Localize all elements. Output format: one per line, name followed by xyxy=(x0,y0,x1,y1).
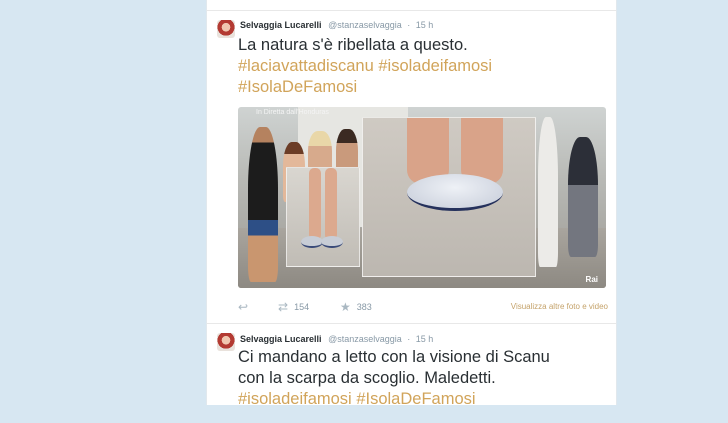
hashtag-link[interactable]: #isoladeifamosi xyxy=(378,57,492,75)
hashtag-link[interactable]: #isoladeifamosi xyxy=(238,390,352,408)
hashtag-link[interactable]: #IsolaDeFamosi xyxy=(238,78,357,96)
tweet-media-photo[interactable]: In Diretta dall'Honduras Rai xyxy=(238,107,606,288)
tweet-time[interactable]: 15 h xyxy=(416,334,434,344)
tweet-text: Ci mandano a letto con la visione di Sca… xyxy=(238,347,598,410)
broadcast-watermark: In Diretta dall'Honduras xyxy=(256,109,329,116)
favorite-button[interactable]: ★ 383 xyxy=(340,301,372,313)
leg-shape xyxy=(325,168,337,240)
person-figure xyxy=(248,127,278,282)
tweet-text: La natura s'è ribellata a questo. #lacia… xyxy=(238,35,598,98)
leg-shape xyxy=(309,168,321,240)
author-name[interactable]: Selvaggia Lucarelli xyxy=(240,334,322,344)
hashtag-link[interactable]: #IsolaDeFamosi xyxy=(356,390,475,408)
hashtag-link[interactable]: #laciavattadiscanu xyxy=(238,57,374,75)
reply-icon: ↩ xyxy=(238,300,249,314)
inset-legs-closeup xyxy=(286,167,360,267)
retweet-icon: ⇄ xyxy=(278,300,289,314)
water-shoe-shape xyxy=(321,236,343,248)
person-figure xyxy=(568,137,598,257)
tweet-actions: ↩ ⇄ 154 ★ 383 Visualizza altre foto e vi… xyxy=(238,301,608,317)
separator-dot: · xyxy=(407,20,411,30)
tweet[interactable]: Selvaggia Lucarelli @stanzaselvaggia · 1… xyxy=(207,323,616,423)
inset-shoe-zoom xyxy=(362,117,536,277)
tweet-text-line: con la scarpa da scoglio. Maledetti. xyxy=(238,369,496,387)
timeline: Selvaggia Lucarelli @stanzaselvaggia · 1… xyxy=(206,0,617,408)
tweet-time[interactable]: 15 h xyxy=(416,20,434,30)
water-shoe-shape xyxy=(407,174,503,211)
water-shoe-shape xyxy=(301,236,323,248)
view-more-media-link[interactable]: Visualizza altre foto e video xyxy=(511,302,608,311)
retweet-count: 154 xyxy=(294,302,310,312)
tweet[interactable]: Selvaggia Lucarelli @stanzaselvaggia · 1… xyxy=(207,10,616,324)
person-figure xyxy=(538,117,558,267)
retweet-button[interactable]: ⇄ 154 xyxy=(278,301,309,313)
tweet-header: Selvaggia Lucarelli @stanzaselvaggia · 1… xyxy=(240,334,433,344)
favorite-count: 383 xyxy=(356,302,372,312)
author-handle[interactable]: @stanzaselvaggia xyxy=(328,334,402,344)
star-icon: ★ xyxy=(340,300,351,314)
avatar[interactable] xyxy=(217,333,235,351)
tweet-header: Selvaggia Lucarelli @stanzaselvaggia · 1… xyxy=(240,20,433,30)
author-handle[interactable]: @stanzaselvaggia xyxy=(328,20,402,30)
author-name[interactable]: Selvaggia Lucarelli xyxy=(240,20,322,30)
avatar[interactable] xyxy=(217,20,235,38)
tweet-text-line: Ci mandano a letto con la visione di Sca… xyxy=(238,348,550,366)
separator-dot: · xyxy=(407,334,411,344)
tweet-text-line: La natura s'è ribellata a questo. xyxy=(238,36,468,54)
reply-button[interactable]: ↩ xyxy=(238,301,248,313)
channel-logo: Rai xyxy=(585,275,598,284)
